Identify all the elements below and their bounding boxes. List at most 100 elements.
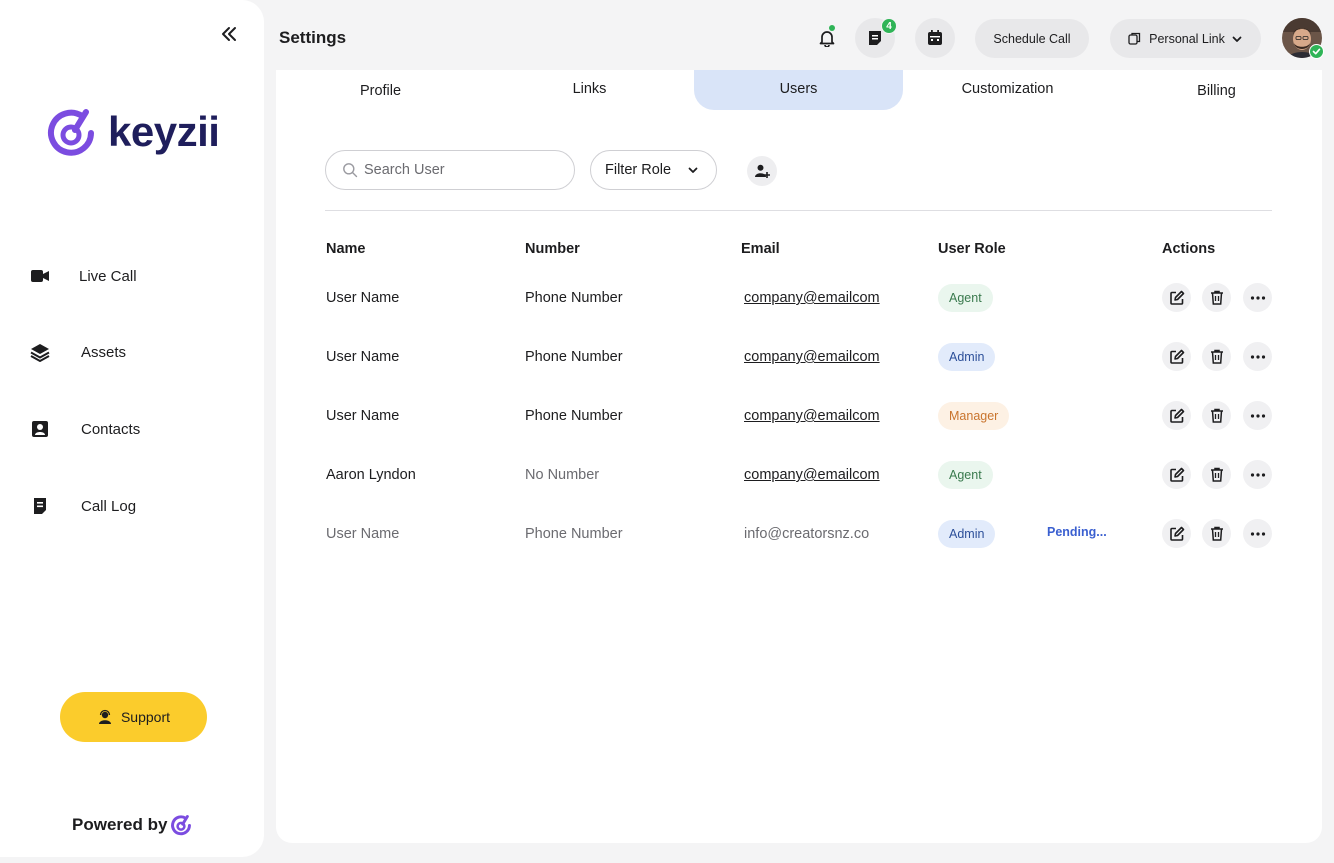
edit-icon [1169,349,1184,364]
tab-label: Customization [961,80,1054,97]
role-badge: Agent [938,461,993,489]
delete-user-button[interactable] [1202,401,1231,430]
user-number: Phone Number [525,290,623,306]
notes-icon [28,494,52,518]
personal-link-label: Personal Link [1149,31,1225,46]
pending-status: Pending... [1047,525,1107,539]
brand-logo: keyzii [46,106,220,158]
role-badge: Agent [938,284,993,312]
edit-user-button[interactable] [1162,460,1191,489]
delete-user-button[interactable] [1202,283,1231,312]
search-user-field[interactable] [325,150,575,190]
messages-button[interactable]: 4 [855,18,897,58]
nav-label: Live Call [79,267,137,285]
page-title: Settings [279,28,347,47]
user-number: No Number [525,467,600,483]
copy-link-icon [1128,32,1141,45]
tab-label: Links [572,80,607,97]
tab-label: Users [779,80,818,97]
schedule-call-button[interactable]: Schedule Call [975,19,1089,58]
table-row: User Name Phone Number company@emailcom … [276,337,1322,377]
nav-item-contacts[interactable]: Contacts [28,417,140,441]
toolbar-divider [325,210,1272,211]
column-header-actions: Actions [1162,241,1216,257]
user-name: User Name [326,526,400,542]
more-options-button[interactable] [1243,460,1272,489]
tab-links[interactable]: Links [485,70,694,110]
nav-label: Assets [81,343,127,361]
column-header-user-role: User Role [938,241,1006,257]
user-name: Aaron Lyndon [326,467,416,483]
more-horizontal-icon [1250,354,1265,359]
notification-dot [829,25,835,31]
table-row: User Name Phone Number company@emailcom … [276,396,1322,436]
tab-customization[interactable]: Customization [903,70,1112,110]
nav-item-assets[interactable]: Assets [28,340,126,364]
support-label: Support [120,709,171,725]
nav-item-call-log[interactable]: Call Log [28,494,136,518]
more-options-button[interactable] [1243,342,1272,371]
delete-user-button[interactable] [1202,342,1231,371]
personal-link-dropdown[interactable]: Personal Link [1110,19,1261,58]
more-horizontal-icon [1250,413,1265,418]
edit-icon [1169,408,1184,423]
edit-user-button[interactable] [1162,401,1191,430]
edit-user-button[interactable] [1162,342,1191,371]
contact-card-icon [28,417,52,441]
keyzii-mark-icon [171,815,192,836]
more-options-button[interactable] [1243,519,1272,548]
bell-icon [819,31,835,47]
nav-label: Call Log [81,497,137,515]
nav-label: Contacts [81,420,141,438]
support-button[interactable]: Support [60,692,207,742]
nav-item-live-call[interactable]: Live Call [28,264,137,288]
notifications-button[interactable] [807,18,847,58]
role-badge: Manager [938,402,1010,430]
messages-count-badge: 4 [881,18,897,34]
edit-icon [1169,467,1184,482]
column-header-number: Number [525,241,580,257]
user-email-link[interactable]: company@emailcom [744,408,880,424]
user-email-link[interactable]: company@emailcom [744,349,880,365]
table-row: User Name Phone Number info@creatorsnz.c… [276,514,1322,554]
tab-profile[interactable]: Profile [276,70,485,110]
user-email: info@creatorsnz.co [744,526,870,542]
keyzii-logo-icon [48,109,94,156]
role-badge: Admin [938,343,996,371]
brand-name: keyzii [108,108,220,155]
user-email-link[interactable]: company@emailcom [744,290,880,306]
user-email-link[interactable]: company@emailcom [744,467,880,483]
user-number: Phone Number [525,408,623,424]
search-user-input[interactable] [364,162,554,178]
delete-user-button[interactable] [1202,460,1231,489]
more-horizontal-icon [1250,472,1265,477]
users-settings-panel: Profile Links Users Customization Billin… [276,70,1322,843]
filter-role-dropdown[interactable]: Filter Role [590,150,717,190]
chevron-down-icon [1232,36,1242,42]
calendar-icon [928,30,942,45]
more-horizontal-icon [1250,531,1265,536]
sidebar: keyzii Live Call Assets Contacts Call Lo… [0,0,264,857]
delete-user-button[interactable] [1202,519,1231,548]
add-user-button[interactable] [747,156,777,186]
user-name: User Name [326,349,400,365]
schedule-call-label: Schedule Call [993,31,1071,46]
more-options-button[interactable] [1243,401,1272,430]
powered-by: Powered by [72,814,192,836]
user-avatar[interactable] [1282,18,1324,59]
more-options-button[interactable] [1243,283,1272,312]
add-user-icon [755,164,770,178]
tab-billing[interactable]: Billing [1112,70,1321,110]
trash-icon [1210,467,1223,482]
tab-users[interactable]: Users [694,70,903,110]
edit-icon [1169,290,1184,305]
trash-icon [1210,526,1223,541]
column-header-name: Name [326,241,366,257]
edit-user-button[interactable] [1162,519,1191,548]
user-name: User Name [326,408,400,424]
calendar-button[interactable] [915,18,955,58]
collapse-sidebar-button[interactable] [216,22,242,46]
column-header-email: Email [741,241,780,257]
edit-user-button[interactable] [1162,283,1191,312]
video-camera-icon [28,264,52,288]
